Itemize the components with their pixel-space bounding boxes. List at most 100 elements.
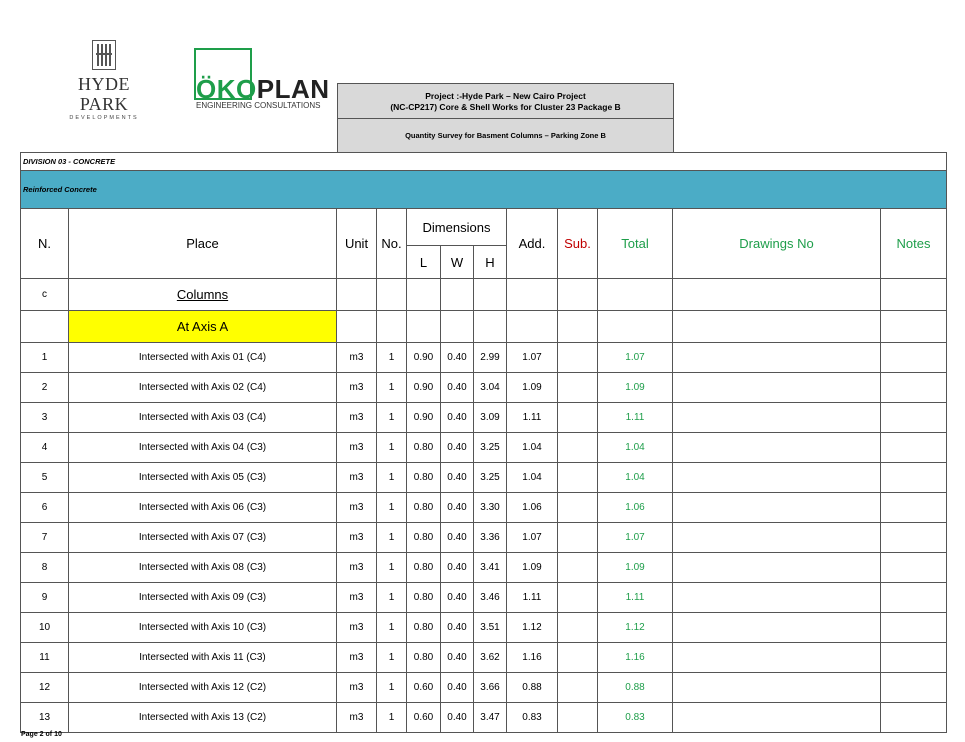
cell-place: Intersected with Axis 13 (C2) [68, 702, 337, 733]
cell-total: 1.06 [597, 492, 673, 523]
cell-h: 3.04 [473, 372, 507, 403]
cell-notes [879, 372, 948, 403]
cell-place: Intersected with Axis 07 (C3) [68, 522, 337, 553]
cell-total: 0.88 [597, 672, 673, 703]
cell-w: 0.40 [440, 672, 474, 703]
cell-total: 0.83 [597, 702, 673, 733]
cell-place: Intersected with Axis 11 (C3) [68, 642, 337, 673]
cell-total: 1.09 [597, 372, 673, 403]
cell-l: 0.80 [406, 522, 441, 553]
cell-sub [557, 672, 598, 703]
cell-sub [557, 552, 598, 583]
cell-total: 1.12 [597, 612, 673, 643]
cell-sub [557, 522, 598, 553]
cell-add: 1.16 [506, 642, 558, 673]
cell-no: 1 [376, 372, 407, 403]
cell-w: 0.40 [440, 522, 474, 553]
okoplan-name-dark: PLAN [256, 74, 330, 104]
header-h: H [473, 245, 507, 279]
cell-sub [557, 372, 598, 403]
cell-add: 0.88 [506, 672, 558, 703]
cell-sub [557, 432, 598, 463]
cell-no: 1 [376, 702, 407, 733]
cell-no: 1 [376, 522, 407, 553]
cell-notes [879, 552, 948, 583]
table-row: 9 Intersected with Axis 09 (C3) m3 1 0.80 0.4… [20, 582, 948, 613]
cell-l: 0.80 [406, 492, 441, 523]
cell-place: Intersected with Axis 08 (C3) [68, 552, 337, 583]
cell-no: 1 [376, 582, 407, 613]
category-label: Reinforced Concrete [19, 170, 948, 209]
header-place: Place [68, 208, 337, 279]
header-total: Total [597, 208, 673, 279]
cell-total: 1.04 [597, 432, 673, 463]
cell-h: 3.25 [473, 462, 507, 493]
category-row: Reinforced Concrete [19, 170, 948, 209]
header-no: No. [376, 208, 407, 279]
cell-w: 0.40 [440, 492, 474, 523]
cell-n: 9 [20, 582, 69, 613]
cell-w: 0.40 [440, 642, 474, 673]
cell-sub [557, 492, 598, 523]
axis-group-row: At Axis A [20, 310, 948, 343]
cell-unit: m3 [336, 432, 377, 463]
table-row: 13 Intersected with Axis 13 (C2) m3 1 0.60 0.… [20, 702, 948, 733]
cell-l: 0.80 [406, 642, 441, 673]
header-dimensions: Dimensions [406, 208, 507, 246]
cell-w: 0.40 [440, 702, 474, 733]
cell-drawings [672, 552, 881, 583]
cell-n: 12 [20, 672, 69, 703]
cell-h: 3.51 [473, 612, 507, 643]
cell-l: 0.90 [406, 342, 441, 373]
hyde-park-logo: HYDE PARK DEVELOPMENTS [52, 40, 156, 121]
cell-n: 6 [20, 492, 69, 523]
cell-n: 2 [20, 372, 69, 403]
cell-w: 0.40 [440, 432, 474, 463]
cell-add: 1.06 [506, 492, 558, 523]
cell-drawings [672, 702, 881, 733]
cell-notes [879, 432, 948, 463]
cell-place: Intersected with Axis 09 (C3) [68, 582, 337, 613]
table-row: 4 Intersected with Axis 04 (C3) m3 1 0.80 0.4… [20, 432, 948, 463]
table-row: 2 Intersected with Axis 02 (C4) m3 1 0.90 0.4… [20, 372, 948, 403]
quantity-survey-table: DIVISION 03 - CONCRETE Reinforced Concre… [19, 152, 948, 733]
cell-add: 1.09 [506, 552, 558, 583]
cell-notes [879, 612, 948, 643]
cell-w: 0.40 [440, 552, 474, 583]
cell-h: 3.41 [473, 552, 507, 583]
table-row: 8 Intersected with Axis 08 (C3) m3 1 0.80 0.4… [20, 552, 948, 583]
cell-drawings [672, 372, 881, 403]
cell-unit: m3 [336, 612, 377, 643]
cell-w: 0.40 [440, 462, 474, 493]
cell-sub [557, 642, 598, 673]
cell-l: 0.90 [406, 372, 441, 403]
cell-add: 0.83 [506, 702, 558, 733]
cell-place: Intersected with Axis 02 (C4) [68, 372, 337, 403]
cell-notes [879, 342, 948, 373]
table-row: 6 Intersected with Axis 06 (C3) m3 1 0.80 0.4… [20, 492, 948, 523]
cell-w: 0.40 [440, 612, 474, 643]
cell-sub [557, 462, 598, 493]
header-add: Add. [506, 208, 558, 279]
cell-w: 0.40 [440, 582, 474, 613]
cell-l: 0.80 [406, 462, 441, 493]
cell-total: 1.09 [597, 552, 673, 583]
cell-place: Intersected with Axis 06 (C3) [68, 492, 337, 523]
cell-unit: m3 [336, 462, 377, 493]
cell-place: Intersected with Axis 04 (C3) [68, 432, 337, 463]
cell-sub [557, 342, 598, 373]
cell-n: 10 [20, 612, 69, 643]
cell-h: 3.09 [473, 402, 507, 433]
survey-title: Quantity Survey for Basment Columns – Pa… [405, 131, 606, 140]
cell-l: 0.80 [406, 582, 441, 613]
cell-n: 7 [20, 522, 69, 553]
cell-place: Intersected with Axis 10 (C3) [68, 612, 337, 643]
cell-total: 1.16 [597, 642, 673, 673]
table-row: 12 Intersected with Axis 12 (C2) m3 1 0.60 0.… [20, 672, 948, 703]
table-row: 7 Intersected with Axis 07 (C3) m3 1 0.80 0.4… [20, 522, 948, 553]
cell-notes [879, 522, 948, 553]
cell-h: 3.66 [473, 672, 507, 703]
cell-w: 0.40 [440, 342, 474, 373]
cell-unit: m3 [336, 702, 377, 733]
cell-total: 1.07 [597, 342, 673, 373]
